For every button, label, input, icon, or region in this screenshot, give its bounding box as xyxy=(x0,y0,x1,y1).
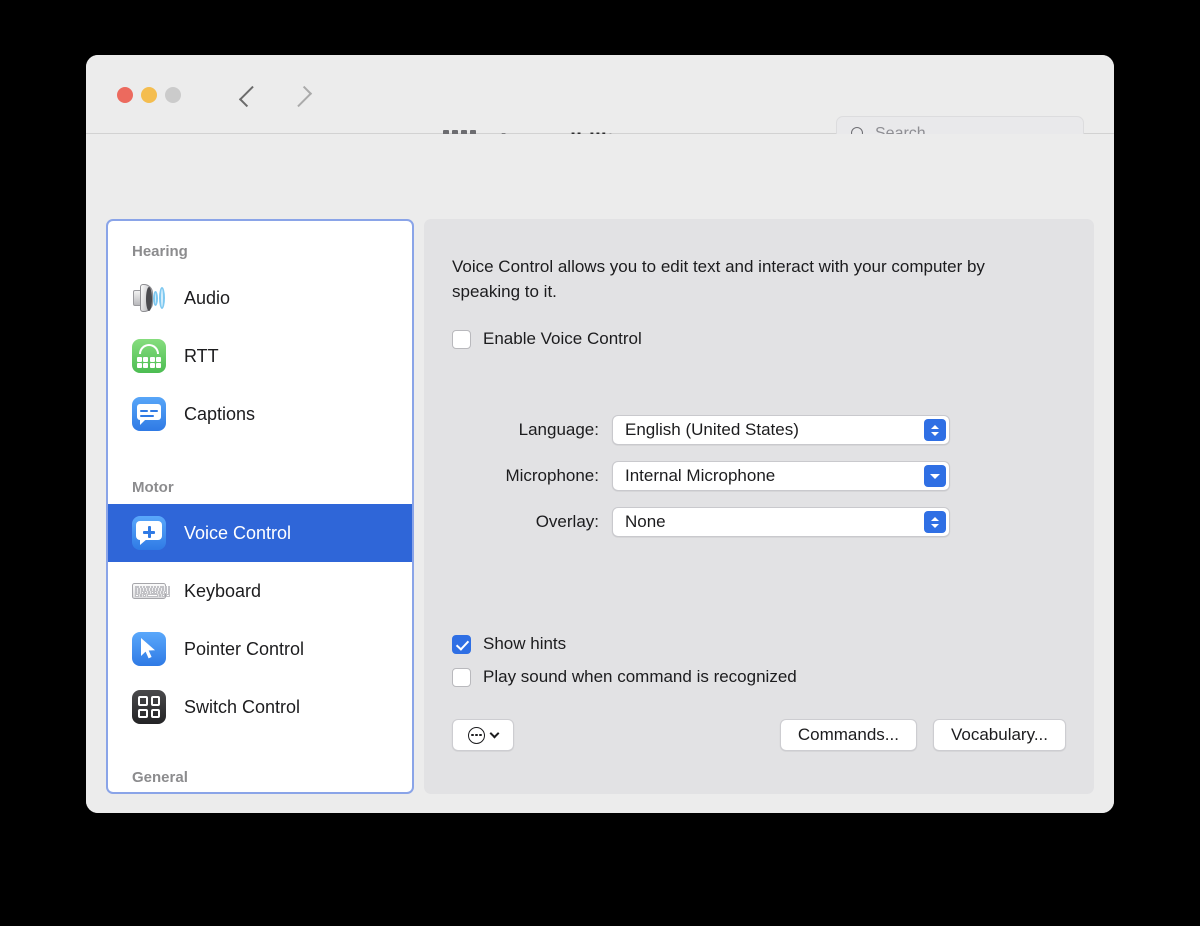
switch-grid-icon xyxy=(132,690,166,724)
sidebar-item-label: Audio xyxy=(184,288,230,309)
microphone-popup-button[interactable]: Internal Microphone xyxy=(612,461,950,491)
enable-voice-control-checkbox[interactable]: Enable Voice Control xyxy=(452,329,642,349)
microphone-value: Internal Microphone xyxy=(625,466,775,486)
forward-button[interactable] xyxy=(290,81,312,111)
microphone-label: Microphone: xyxy=(452,466,612,486)
overlay-label: Overlay: xyxy=(452,512,612,532)
speaker-icon xyxy=(132,281,166,315)
overlay-row: Overlay: None xyxy=(452,507,1066,537)
sidebar-item-audio[interactable]: Audio xyxy=(108,269,412,327)
sidebar-item-label: RTT xyxy=(184,346,219,367)
chevron-up-down-icon xyxy=(924,511,946,533)
captions-bubble-icon xyxy=(132,397,166,431)
ellipsis-circle-icon xyxy=(468,727,485,744)
sidebar-item-rtt[interactable]: RTT xyxy=(108,327,412,385)
navigation-arrows xyxy=(238,81,312,111)
action-button-row: Commands... Vocabulary... xyxy=(452,719,1066,751)
sidebar-group-hearing: Hearing xyxy=(108,243,188,260)
chevron-down-icon xyxy=(924,465,946,487)
language-popup-button[interactable]: English (United States) xyxy=(612,415,950,445)
pane-description: Voice Control allows you to edit text an… xyxy=(452,254,1012,304)
sidebar-group-motor: Motor xyxy=(108,479,174,496)
checkbox-box xyxy=(452,635,471,654)
rtt-phone-icon xyxy=(132,339,166,373)
chevron-up-down-icon xyxy=(924,419,946,441)
system-preferences-window: Accessibility Search Hearing Audio xyxy=(86,55,1114,813)
minimize-button[interactable] xyxy=(141,87,157,103)
pointer-arrow-icon xyxy=(132,632,166,666)
sidebar-item-label: Switch Control xyxy=(184,697,300,718)
sidebar-item-label: Pointer Control xyxy=(184,639,304,660)
sidebar-item-voice-control[interactable]: Voice Control xyxy=(108,504,412,562)
language-row: Language: English (United States) xyxy=(452,415,1066,445)
show-hints-checkbox[interactable]: Show hints xyxy=(452,634,566,654)
voice-control-icon xyxy=(132,516,166,550)
accessibility-sidebar[interactable]: Hearing Audio RTT xyxy=(106,219,414,794)
checkbox-label: Enable Voice Control xyxy=(483,329,642,349)
title-bar: Accessibility Search xyxy=(86,55,1114,134)
chevron-left-icon xyxy=(238,85,259,106)
microphone-row: Microphone: Internal Microphone xyxy=(452,461,1066,491)
sidebar-item-switch-control[interactable]: Switch Control xyxy=(108,678,412,736)
voice-control-pane: Voice Control allows you to edit text an… xyxy=(424,219,1094,794)
zoom-button[interactable] xyxy=(165,87,181,103)
commands-button[interactable]: Commands... xyxy=(780,719,917,751)
sidebar-item-label: Voice Control xyxy=(184,523,291,544)
close-button[interactable] xyxy=(117,87,133,103)
chevron-down-icon xyxy=(490,728,500,738)
sidebar-item-captions[interactable]: Captions xyxy=(108,385,412,443)
chevron-right-icon xyxy=(290,85,311,106)
sidebar-item-keyboard[interactable]: Keyboard xyxy=(108,562,412,620)
language-label: Language: xyxy=(452,420,612,440)
sidebar-group-general: General xyxy=(108,769,188,786)
sidebar-item-pointer-control[interactable]: Pointer Control xyxy=(108,620,412,678)
overlay-value: None xyxy=(625,512,666,532)
checkbox-box xyxy=(452,330,471,349)
checkbox-label: Play sound when command is recognized xyxy=(483,667,797,687)
overlay-popup-button[interactable]: None xyxy=(612,507,950,537)
keyboard-icon xyxy=(132,574,166,608)
checkbox-box xyxy=(452,668,471,687)
play-sound-checkbox[interactable]: Play sound when command is recognized xyxy=(452,667,797,687)
window-body: Hearing Audio RTT xyxy=(86,134,1114,813)
sidebar-item-label: Keyboard xyxy=(184,581,261,602)
language-value: English (United States) xyxy=(625,420,799,440)
vocabulary-button[interactable]: Vocabulary... xyxy=(933,719,1066,751)
traffic-lights xyxy=(117,87,181,103)
sidebar-item-label: Captions xyxy=(184,404,255,425)
back-button[interactable] xyxy=(238,81,260,111)
checkbox-label: Show hints xyxy=(483,634,566,654)
options-menu-button[interactable] xyxy=(452,719,514,751)
